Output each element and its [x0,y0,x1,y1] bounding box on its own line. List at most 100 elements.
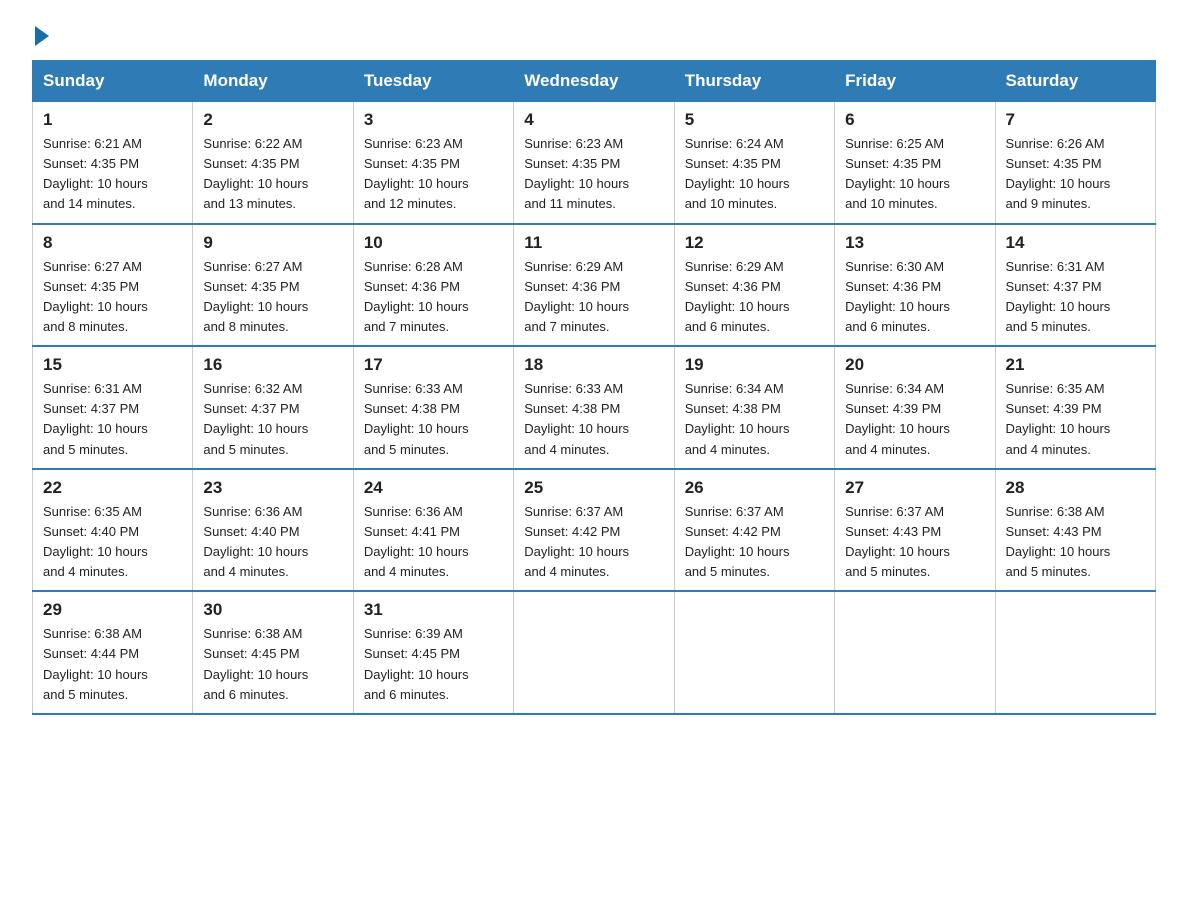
day-number: 6 [845,110,984,130]
calendar-day-cell: 4 Sunrise: 6:23 AM Sunset: 4:35 PM Dayli… [514,102,674,224]
calendar-day-cell: 11 Sunrise: 6:29 AM Sunset: 4:36 PM Dayl… [514,224,674,347]
day-info: Sunrise: 6:30 AM Sunset: 4:36 PM Dayligh… [845,257,984,338]
calendar-week-row: 29 Sunrise: 6:38 AM Sunset: 4:44 PM Dayl… [33,591,1156,714]
calendar-day-cell: 21 Sunrise: 6:35 AM Sunset: 4:39 PM Dayl… [995,346,1155,469]
day-number: 25 [524,478,663,498]
calendar-day-cell: 18 Sunrise: 6:33 AM Sunset: 4:38 PM Dayl… [514,346,674,469]
calendar-day-cell: 15 Sunrise: 6:31 AM Sunset: 4:37 PM Dayl… [33,346,193,469]
day-info: Sunrise: 6:33 AM Sunset: 4:38 PM Dayligh… [364,379,503,460]
day-number: 13 [845,233,984,253]
calendar-day-cell: 29 Sunrise: 6:38 AM Sunset: 4:44 PM Dayl… [33,591,193,714]
day-number: 3 [364,110,503,130]
header-saturday: Saturday [995,61,1155,102]
calendar-day-cell: 27 Sunrise: 6:37 AM Sunset: 4:43 PM Dayl… [835,469,995,592]
day-number: 10 [364,233,503,253]
day-info: Sunrise: 6:32 AM Sunset: 4:37 PM Dayligh… [203,379,342,460]
calendar-day-cell [995,591,1155,714]
calendar-day-cell: 3 Sunrise: 6:23 AM Sunset: 4:35 PM Dayli… [353,102,513,224]
logo-arrow-icon [35,26,49,46]
calendar-table: SundayMondayTuesdayWednesdayThursdayFrid… [32,60,1156,715]
calendar-week-row: 15 Sunrise: 6:31 AM Sunset: 4:37 PM Dayl… [33,346,1156,469]
day-info: Sunrise: 6:35 AM Sunset: 4:39 PM Dayligh… [1006,379,1145,460]
calendar-day-cell: 24 Sunrise: 6:36 AM Sunset: 4:41 PM Dayl… [353,469,513,592]
header-sunday: Sunday [33,61,193,102]
calendar-day-cell: 6 Sunrise: 6:25 AM Sunset: 4:35 PM Dayli… [835,102,995,224]
day-info: Sunrise: 6:39 AM Sunset: 4:45 PM Dayligh… [364,624,503,705]
calendar-day-cell: 5 Sunrise: 6:24 AM Sunset: 4:35 PM Dayli… [674,102,834,224]
calendar-day-cell [674,591,834,714]
day-info: Sunrise: 6:31 AM Sunset: 4:37 PM Dayligh… [1006,257,1145,338]
day-info: Sunrise: 6:28 AM Sunset: 4:36 PM Dayligh… [364,257,503,338]
day-info: Sunrise: 6:27 AM Sunset: 4:35 PM Dayligh… [43,257,182,338]
calendar-week-row: 1 Sunrise: 6:21 AM Sunset: 4:35 PM Dayli… [33,102,1156,224]
calendar-day-cell: 20 Sunrise: 6:34 AM Sunset: 4:39 PM Dayl… [835,346,995,469]
calendar-day-cell: 30 Sunrise: 6:38 AM Sunset: 4:45 PM Dayl… [193,591,353,714]
day-info: Sunrise: 6:21 AM Sunset: 4:35 PM Dayligh… [43,134,182,215]
day-number: 28 [1006,478,1145,498]
day-info: Sunrise: 6:22 AM Sunset: 4:35 PM Dayligh… [203,134,342,215]
day-info: Sunrise: 6:34 AM Sunset: 4:38 PM Dayligh… [685,379,824,460]
day-info: Sunrise: 6:25 AM Sunset: 4:35 PM Dayligh… [845,134,984,215]
day-number: 23 [203,478,342,498]
day-info: Sunrise: 6:38 AM Sunset: 4:45 PM Dayligh… [203,624,342,705]
day-info: Sunrise: 6:29 AM Sunset: 4:36 PM Dayligh… [685,257,824,338]
header-monday: Monday [193,61,353,102]
day-number: 16 [203,355,342,375]
day-info: Sunrise: 6:35 AM Sunset: 4:40 PM Dayligh… [43,502,182,583]
day-number: 27 [845,478,984,498]
day-number: 7 [1006,110,1145,130]
day-info: Sunrise: 6:36 AM Sunset: 4:41 PM Dayligh… [364,502,503,583]
day-info: Sunrise: 6:24 AM Sunset: 4:35 PM Dayligh… [685,134,824,215]
day-info: Sunrise: 6:37 AM Sunset: 4:42 PM Dayligh… [524,502,663,583]
calendar-week-row: 22 Sunrise: 6:35 AM Sunset: 4:40 PM Dayl… [33,469,1156,592]
calendar-day-cell: 16 Sunrise: 6:32 AM Sunset: 4:37 PM Dayl… [193,346,353,469]
calendar-day-cell: 13 Sunrise: 6:30 AM Sunset: 4:36 PM Dayl… [835,224,995,347]
day-number: 2 [203,110,342,130]
calendar-day-cell [835,591,995,714]
day-number: 22 [43,478,182,498]
calendar-day-cell: 17 Sunrise: 6:33 AM Sunset: 4:38 PM Dayl… [353,346,513,469]
day-info: Sunrise: 6:34 AM Sunset: 4:39 PM Dayligh… [845,379,984,460]
day-number: 20 [845,355,984,375]
day-info: Sunrise: 6:23 AM Sunset: 4:35 PM Dayligh… [364,134,503,215]
calendar-day-cell: 14 Sunrise: 6:31 AM Sunset: 4:37 PM Dayl… [995,224,1155,347]
header-wednesday: Wednesday [514,61,674,102]
calendar-day-cell: 10 Sunrise: 6:28 AM Sunset: 4:36 PM Dayl… [353,224,513,347]
day-info: Sunrise: 6:23 AM Sunset: 4:35 PM Dayligh… [524,134,663,215]
day-number: 14 [1006,233,1145,253]
calendar-day-cell: 25 Sunrise: 6:37 AM Sunset: 4:42 PM Dayl… [514,469,674,592]
calendar-header-row: SundayMondayTuesdayWednesdayThursdayFrid… [33,61,1156,102]
day-info: Sunrise: 6:38 AM Sunset: 4:43 PM Dayligh… [1006,502,1145,583]
day-number: 4 [524,110,663,130]
calendar-day-cell [514,591,674,714]
day-info: Sunrise: 6:33 AM Sunset: 4:38 PM Dayligh… [524,379,663,460]
calendar-day-cell: 26 Sunrise: 6:37 AM Sunset: 4:42 PM Dayl… [674,469,834,592]
calendar-day-cell: 19 Sunrise: 6:34 AM Sunset: 4:38 PM Dayl… [674,346,834,469]
calendar-day-cell: 22 Sunrise: 6:35 AM Sunset: 4:40 PM Dayl… [33,469,193,592]
day-number: 12 [685,233,824,253]
calendar-day-cell: 2 Sunrise: 6:22 AM Sunset: 4:35 PM Dayli… [193,102,353,224]
day-info: Sunrise: 6:37 AM Sunset: 4:43 PM Dayligh… [845,502,984,583]
day-info: Sunrise: 6:29 AM Sunset: 4:36 PM Dayligh… [524,257,663,338]
calendar-week-row: 8 Sunrise: 6:27 AM Sunset: 4:35 PM Dayli… [33,224,1156,347]
day-number: 30 [203,600,342,620]
day-number: 8 [43,233,182,253]
calendar-day-cell: 8 Sunrise: 6:27 AM Sunset: 4:35 PM Dayli… [33,224,193,347]
day-number: 26 [685,478,824,498]
day-number: 11 [524,233,663,253]
day-info: Sunrise: 6:31 AM Sunset: 4:37 PM Dayligh… [43,379,182,460]
calendar-day-cell: 1 Sunrise: 6:21 AM Sunset: 4:35 PM Dayli… [33,102,193,224]
day-number: 5 [685,110,824,130]
day-number: 29 [43,600,182,620]
header-friday: Friday [835,61,995,102]
calendar-day-cell: 28 Sunrise: 6:38 AM Sunset: 4:43 PM Dayl… [995,469,1155,592]
calendar-day-cell: 9 Sunrise: 6:27 AM Sunset: 4:35 PM Dayli… [193,224,353,347]
header-thursday: Thursday [674,61,834,102]
day-info: Sunrise: 6:38 AM Sunset: 4:44 PM Dayligh… [43,624,182,705]
calendar-day-cell: 7 Sunrise: 6:26 AM Sunset: 4:35 PM Dayli… [995,102,1155,224]
day-number: 31 [364,600,503,620]
logo [32,24,49,42]
calendar-day-cell: 31 Sunrise: 6:39 AM Sunset: 4:45 PM Dayl… [353,591,513,714]
day-number: 15 [43,355,182,375]
day-number: 21 [1006,355,1145,375]
